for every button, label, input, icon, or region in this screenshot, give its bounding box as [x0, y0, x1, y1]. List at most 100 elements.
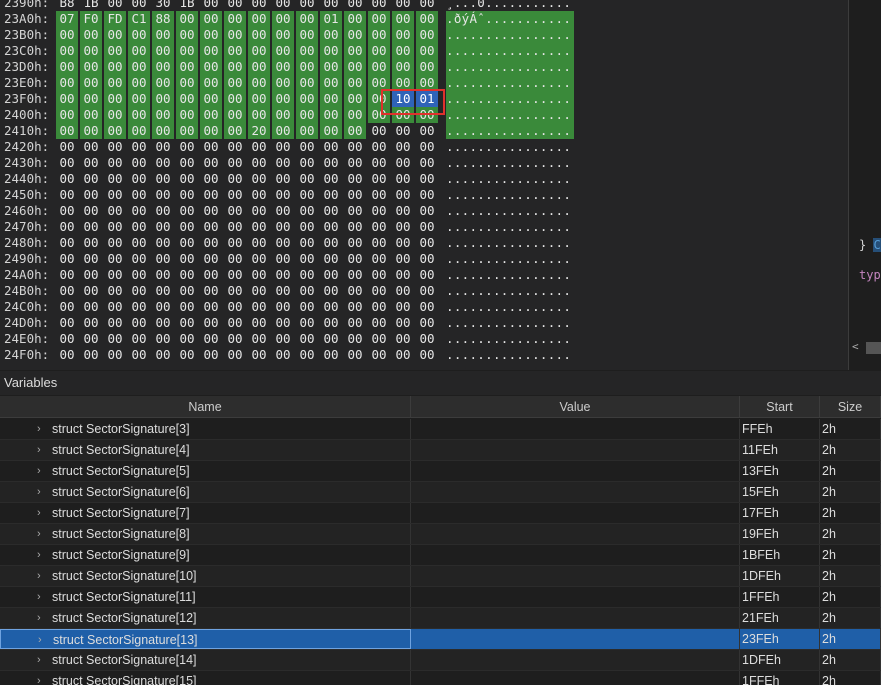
chevron-right-icon[interactable]: › [37, 545, 41, 565]
hex-byte[interactable]: 00 [248, 187, 270, 203]
hex-byte[interactable]: 00 [80, 91, 102, 107]
hex-byte[interactable]: 00 [296, 171, 318, 187]
hex-byte[interactable]: 00 [152, 251, 174, 267]
hex-byte[interactable]: 00 [248, 155, 270, 171]
hex-byte[interactable]: 00 [56, 75, 78, 91]
hex-byte[interactable]: 00 [152, 75, 174, 91]
hex-byte[interactable]: 00 [224, 267, 246, 283]
hex-byte[interactable]: 00 [56, 219, 78, 235]
hex-byte[interactable]: 00 [200, 0, 222, 11]
chevron-right-icon[interactable]: › [37, 671, 41, 685]
hex-byte[interactable]: 00 [104, 299, 126, 315]
hex-byte[interactable]: 00 [200, 91, 222, 107]
ascii-column[interactable]: ................ [446, 75, 574, 91]
hex-byte[interactable]: 00 [104, 187, 126, 203]
hex-byte[interactable]: 00 [392, 155, 414, 171]
hex-byte[interactable]: 00 [344, 139, 366, 155]
ascii-column[interactable]: ................ [446, 123, 574, 139]
hex-byte[interactable]: 00 [200, 11, 222, 27]
hex-byte[interactable]: 00 [200, 139, 222, 155]
hex-byte[interactable]: 00 [416, 155, 438, 171]
hex-byte[interactable]: 30 [152, 0, 174, 11]
hex-byte[interactable]: 00 [176, 251, 198, 267]
hex-byte[interactable]: 00 [368, 155, 390, 171]
hex-byte[interactable]: 00 [80, 299, 102, 315]
hex-byte[interactable]: 00 [56, 299, 78, 315]
hex-byte[interactable]: 00 [80, 155, 102, 171]
ascii-column[interactable]: ................ [446, 219, 574, 235]
hex-byte[interactable]: 00 [176, 43, 198, 59]
hex-byte[interactable]: 00 [344, 107, 366, 123]
hex-byte[interactable]: 00 [128, 315, 150, 331]
hex-byte[interactable]: 00 [296, 27, 318, 43]
hex-byte[interactable]: 00 [320, 171, 342, 187]
hex-byte[interactable]: 00 [200, 27, 222, 43]
hex-byte[interactable]: 00 [344, 235, 366, 251]
scrollbar-thumb[interactable] [866, 342, 881, 354]
ascii-column[interactable]: ................ [446, 43, 574, 59]
hex-byte[interactable]: 00 [176, 171, 198, 187]
ascii-column[interactable]: ................ [446, 235, 574, 251]
hex-byte[interactable]: 00 [224, 91, 246, 107]
chevron-right-icon[interactable]: › [37, 524, 41, 544]
hex-byte[interactable]: 00 [224, 59, 246, 75]
hex-byte[interactable]: 00 [416, 139, 438, 155]
hex-byte[interactable]: 00 [368, 123, 390, 139]
hex-byte[interactable]: 00 [272, 11, 294, 27]
hex-byte[interactable]: 00 [80, 27, 102, 43]
hex-byte[interactable]: 00 [128, 107, 150, 123]
hex-byte[interactable]: 00 [296, 315, 318, 331]
hex-byte[interactable]: 00 [416, 315, 438, 331]
hex-byte[interactable]: 00 [104, 235, 126, 251]
hex-byte[interactable]: 00 [392, 123, 414, 139]
hex-byte[interactable]: 00 [56, 267, 78, 283]
hex-byte[interactable]: 00 [128, 347, 150, 363]
hex-byte[interactable]: 00 [176, 123, 198, 139]
hex-byte[interactable]: 00 [200, 347, 222, 363]
hex-byte[interactable]: 00 [368, 267, 390, 283]
table-row[interactable]: › struct SectorSignature[6] 15FEh 2h [0, 482, 881, 503]
hex-byte[interactable]: 00 [320, 299, 342, 315]
hex-editor-pane[interactable]: 2390h: B8 1B 00 00 30 1B 00 00 00 00 00 00 00 00 00 00 ¸.… [0, 0, 848, 370]
hex-byte[interactable]: 00 [104, 27, 126, 43]
hex-byte[interactable]: 00 [56, 171, 78, 187]
table-row[interactable]: › struct SectorSignature[12] 21FEh 2h [0, 608, 881, 629]
hex-byte[interactable]: 00 [176, 203, 198, 219]
hex-byte[interactable]: 00 [200, 123, 222, 139]
hex-byte[interactable]: 00 [320, 267, 342, 283]
hex-byte[interactable]: 00 [128, 235, 150, 251]
chevron-right-icon[interactable]: › [37, 440, 41, 460]
hex-byte[interactable]: 00 [152, 91, 174, 107]
hex-byte[interactable]: 00 [272, 59, 294, 75]
hex-byte[interactable]: 00 [344, 0, 366, 11]
hex-byte[interactable]: 00 [200, 251, 222, 267]
ascii-column[interactable]: .ðýÁˆ........... [446, 11, 574, 27]
hex-byte[interactable]: 00 [80, 315, 102, 331]
hex-byte[interactable]: 00 [272, 107, 294, 123]
hex-byte[interactable]: 00 [80, 123, 102, 139]
hex-byte[interactable]: 00 [248, 219, 270, 235]
hex-byte[interactable]: 00 [344, 331, 366, 347]
hex-byte[interactable]: 00 [80, 283, 102, 299]
hex-byte[interactable]: 00 [152, 123, 174, 139]
hex-byte[interactable]: 00 [56, 107, 78, 123]
hex-byte[interactable]: 00 [224, 299, 246, 315]
hex-byte[interactable]: 00 [320, 43, 342, 59]
hex-byte[interactable]: 00 [272, 331, 294, 347]
hex-byte[interactable]: 00 [296, 283, 318, 299]
hex-byte[interactable]: 00 [392, 27, 414, 43]
hex-byte[interactable]: 00 [248, 347, 270, 363]
hex-byte[interactable]: 00 [272, 75, 294, 91]
hex-byte[interactable]: 00 [128, 27, 150, 43]
hex-byte[interactable]: 00 [104, 267, 126, 283]
template-editor-pane[interactable]: } C typ < [848, 0, 881, 370]
hex-byte[interactable]: 00 [152, 139, 174, 155]
hex-byte[interactable]: 00 [392, 171, 414, 187]
ascii-column[interactable]: ................ [446, 155, 574, 171]
hex-byte[interactable]: 00 [176, 107, 198, 123]
hex-byte[interactable]: 1B [176, 0, 198, 11]
table-row[interactable]: › struct SectorSignature[15] 1FFEh 2h [0, 671, 881, 685]
hex-byte[interactable]: 00 [152, 155, 174, 171]
chevron-right-icon[interactable]: › [37, 503, 41, 523]
hex-byte[interactable]: B8 [56, 0, 78, 11]
